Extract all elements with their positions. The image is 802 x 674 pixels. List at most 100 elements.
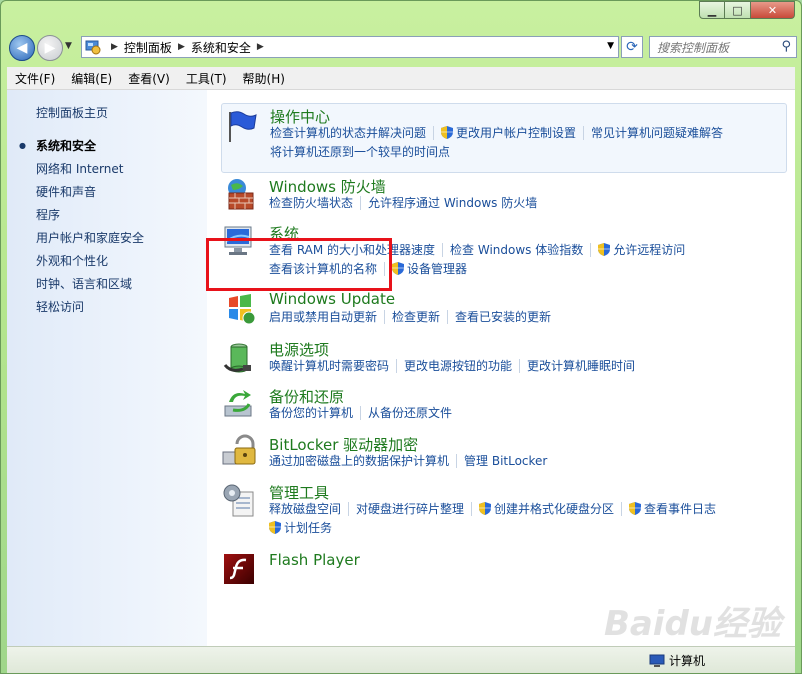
control-panel-icon <box>85 40 101 55</box>
status-computer: 计算机 <box>649 652 705 669</box>
task-link[interactable]: 查看已安装的更新 <box>455 308 551 325</box>
link-divider <box>348 501 350 516</box>
task-link[interactable]: 管理 BitLocker <box>464 452 547 469</box>
refresh-button[interactable]: ⟳ <box>621 36 643 58</box>
link-divider <box>583 125 585 140</box>
task-link[interactable]: 检查 Windows 体验指数 <box>450 241 583 258</box>
sidebar-item-user-accounts[interactable]: 用户帐户和家庭安全 <box>36 230 144 253</box>
category-title[interactable]: Windows Update <box>269 290 395 308</box>
link-divider <box>590 242 592 257</box>
sidebar-home-link[interactable]: 控制面板主页 <box>36 104 108 121</box>
uac-shield-icon <box>441 126 454 139</box>
task-link[interactable]: 将计算机还原到一个较早的时间点 <box>270 143 450 160</box>
maximize-button[interactable]: □ <box>725 1 751 19</box>
sidebar-item-ease-of-access[interactable]: 轻松访问 <box>36 299 144 322</box>
task-link[interactable]: 启用或禁用自动更新 <box>269 308 377 325</box>
flash-player-icon[interactable] <box>221 551 257 587</box>
task-link-row: 备份您的计算机 从备份还原文件 <box>269 404 452 421</box>
task-link[interactable]: 常见计算机问题疑难解答 <box>591 124 723 141</box>
task-link[interactable]: 通过加密磁盘上的数据保护计算机 <box>269 452 449 469</box>
task-link-row: 通过加密磁盘上的数据保护计算机 管理 BitLocker <box>269 452 547 469</box>
task-link[interactable]: 备份您的计算机 <box>269 404 353 421</box>
task-link[interactable]: 允许远程访问 <box>613 241 685 258</box>
firewall-icon[interactable] <box>221 176 257 212</box>
recent-pages-dropdown[interactable]: ▼ <box>65 41 72 51</box>
admin-tools-icon[interactable] <box>221 482 257 518</box>
address-bar[interactable]: ▶ 控制面板 ▶ 系统和安全 ▶ ▼ <box>81 36 619 58</box>
link-divider <box>471 501 473 516</box>
backup-restore-icon[interactable] <box>221 386 257 422</box>
task-link[interactable]: 检查计算机的状态并解决问题 <box>270 124 426 141</box>
bitlocker-icon[interactable] <box>221 434 257 470</box>
breadcrumb-control-panel[interactable]: 控制面板 <box>124 39 172 56</box>
sidebar-item-appearance[interactable]: 外观和个性化 <box>36 253 144 276</box>
task-link-row: 唤醒计算机时需要密码 更改电源按钮的功能 更改计算机睡眠时间 <box>269 357 635 374</box>
task-link-row: 将计算机还原到一个较早的时间点 <box>270 143 450 160</box>
search-input[interactable] <box>655 38 779 58</box>
sidebar-item-clock-language[interactable]: 时钟、语言和区域 <box>36 276 144 299</box>
link-divider <box>519 358 521 373</box>
sidebar-item-hardware[interactable]: 硬件和声音 <box>36 184 144 207</box>
breadcrumb-separator[interactable]: ▶ <box>257 42 264 52</box>
address-dropdown-icon[interactable]: ▼ <box>607 41 614 51</box>
search-box[interactable]: ⚲ <box>649 36 797 58</box>
uac-shield-icon <box>598 243 611 256</box>
task-link-row: 释放磁盘空间 对硬盘进行碎片整理 创建并格式化硬盘分区 查看事件日志 <box>269 500 716 517</box>
breadcrumb-separator[interactable]: ▶ <box>178 42 185 52</box>
task-link[interactable]: 检查更新 <box>392 308 440 325</box>
breadcrumb-separator: ▶ <box>111 42 118 52</box>
task-link[interactable]: 设备管理器 <box>407 260 467 277</box>
task-link[interactable]: 对硬盘进行碎片整理 <box>356 500 464 517</box>
windows-update-icon[interactable] <box>221 290 257 326</box>
task-link-row: 检查计算机的状态并解决问题 更改用户帐户控制设置 常见计算机问题疑难解答 <box>270 124 723 141</box>
task-link[interactable]: 唤醒计算机时需要密码 <box>269 357 389 374</box>
task-link[interactable]: 从备份还原文件 <box>368 404 452 421</box>
category-0: 操作中心 检查计算机的状态并解决问题 更改用户帐户控制设置 常见计算机问题疑难解答 将计… <box>221 103 787 173</box>
link-divider <box>447 309 449 324</box>
task-link[interactable]: 更改用户帐户控制设置 <box>456 124 576 141</box>
task-link[interactable]: 检查防火墙状态 <box>269 194 353 211</box>
menu-view[interactable]: 查看(V) <box>120 70 178 87</box>
breadcrumb-system-security[interactable]: 系统和安全 <box>191 39 251 56</box>
power-battery-icon[interactable] <box>221 339 257 375</box>
link-divider <box>456 453 458 468</box>
minimize-button[interactable]: ▁ <box>699 1 725 19</box>
menu-file[interactable]: 文件(F) <box>7 70 63 87</box>
task-link-row: 计划任务 <box>269 519 332 536</box>
uac-shield-icon <box>479 502 492 515</box>
task-link-row: 启用或禁用自动更新 检查更新 查看已安装的更新 <box>269 308 551 325</box>
uac-shield-icon <box>392 262 405 275</box>
task-link[interactable]: 创建并格式化硬盘分区 <box>494 500 614 517</box>
caption-buttons: ▁ □ ✕ <box>699 1 795 19</box>
task-link[interactable]: 计划任务 <box>284 519 332 536</box>
task-link[interactable]: 允许程序通过 Windows 防火墙 <box>368 194 537 211</box>
link-divider <box>442 242 444 257</box>
task-link[interactable]: 释放磁盘空间 <box>269 500 341 517</box>
sidebar-item-network[interactable]: 网络和 Internet <box>36 161 144 184</box>
sidebar-item-programs[interactable]: 程序 <box>36 207 144 230</box>
sidebar-item-system-security[interactable]: 系统和安全 <box>19 138 144 161</box>
highlight-box <box>206 238 392 291</box>
computer-icon <box>649 654 665 667</box>
explorer-window: ▁ □ ✕ ◀ ▶ ▼ ▶ 控制面板 ▶ 系统和安全 ▶ ▼ ⟳ ⚲ 文件(F)… <box>0 0 802 674</box>
task-link[interactable]: 更改电源按钮的功能 <box>404 357 512 374</box>
link-divider <box>384 309 386 324</box>
link-divider <box>396 358 398 373</box>
task-link[interactable]: 查看事件日志 <box>644 500 716 517</box>
task-link[interactable]: 更改计算机睡眠时间 <box>527 357 635 374</box>
flag-icon[interactable] <box>224 108 260 144</box>
back-button[interactable]: ◀ <box>9 35 35 61</box>
uac-shield-icon <box>629 502 642 515</box>
content-area: 控制面板主页 系统和安全 网络和 Internet 硬件和声音 程序 用户帐户和… <box>7 90 795 646</box>
search-icon[interactable]: ⚲ <box>781 39 791 54</box>
menu-tools[interactable]: 工具(T) <box>178 70 235 87</box>
category-list: 操作中心 检查计算机的状态并解决问题 更改用户帐户控制设置 常见计算机问题疑难解答 将计… <box>207 90 795 646</box>
category-title[interactable]: Flash Player <box>269 551 360 569</box>
close-button[interactable]: ✕ <box>751 1 795 19</box>
menu-help[interactable]: 帮助(H) <box>235 70 293 87</box>
link-divider <box>360 195 362 210</box>
menu-edit[interactable]: 编辑(E) <box>63 70 120 87</box>
menu-bar: 文件(F) 编辑(E) 查看(V) 工具(T) 帮助(H) <box>7 67 795 90</box>
forward-button[interactable]: ▶ <box>37 35 63 61</box>
status-bar: 计算机 <box>7 646 795 673</box>
